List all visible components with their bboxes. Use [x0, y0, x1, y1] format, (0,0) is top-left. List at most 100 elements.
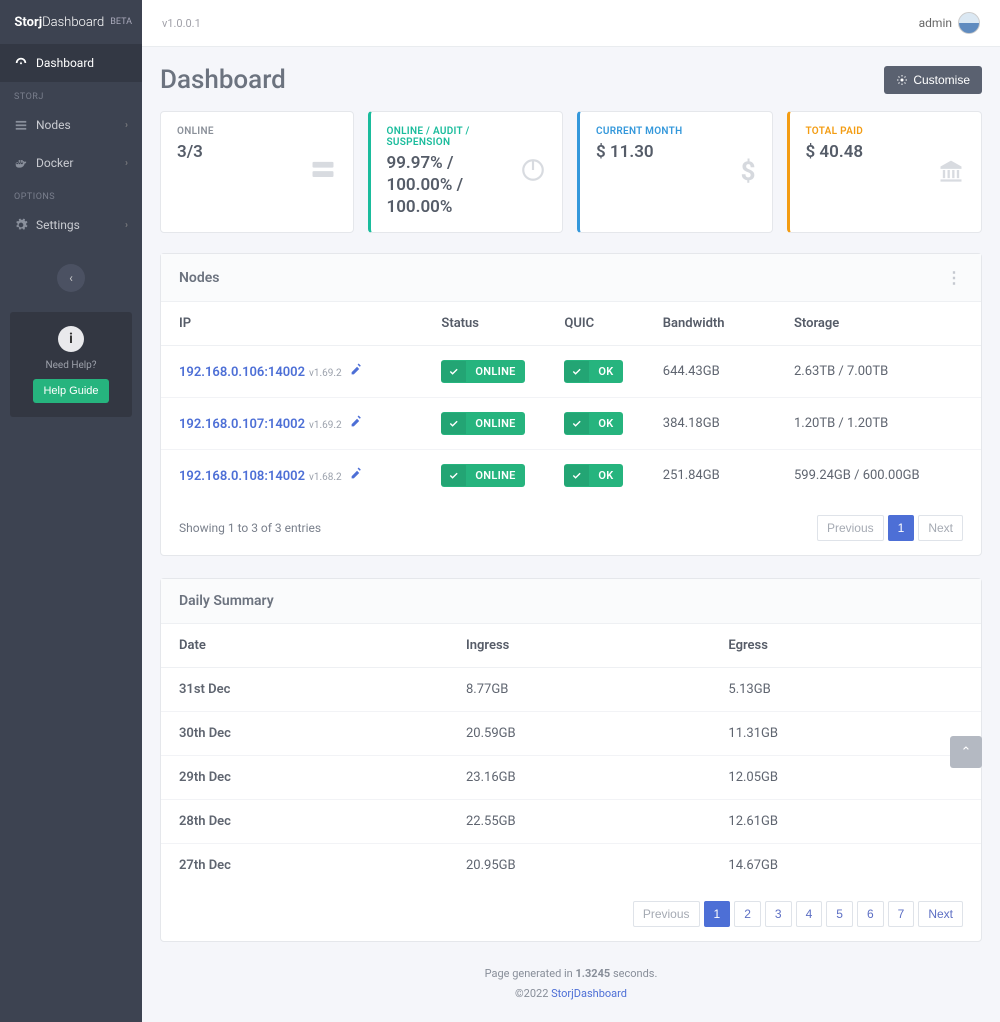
sidebar-item-nodes[interactable]: Nodes ›: [0, 106, 142, 144]
date-cell: 29th Dec: [161, 756, 448, 800]
edit-icon[interactable]: [350, 467, 363, 480]
brand-name-2: Dashboard: [42, 15, 104, 30]
panel-title: Daily Summary: [179, 593, 274, 609]
stat-value: 3/3: [177, 141, 214, 163]
nodes-table: IP Status QUIC Bandwidth Storage 192.168…: [161, 302, 981, 501]
sidebar-item-docker[interactable]: Docker ›: [0, 144, 142, 182]
bank-icon: [937, 156, 965, 188]
page-prev[interactable]: Previous: [817, 515, 884, 541]
user-menu[interactable]: admin: [919, 12, 980, 34]
egress-cell: 11.31GB: [710, 712, 981, 756]
page-title: Dashboard: [160, 65, 286, 95]
quic-badge: OK: [564, 464, 622, 487]
table-row: 30th Dec20.59GB11.31GB: [161, 712, 981, 756]
egress-cell: 12.05GB: [710, 756, 981, 800]
col-status: Status: [423, 302, 546, 346]
node-ip-link[interactable]: 192.168.0.106:14002: [179, 365, 305, 380]
egress-cell: 5.13GB: [710, 668, 981, 712]
col-egress: Egress: [710, 624, 981, 668]
status-badge: ONLINE: [441, 360, 524, 383]
node-ip-link[interactable]: 192.168.0.108:14002: [179, 469, 305, 484]
node-version: v1.69.2: [309, 368, 342, 379]
status-text: ONLINE: [466, 464, 524, 487]
storage-cell: 2.63TB / 7.00TB: [776, 346, 981, 398]
footer-link[interactable]: StorjDashboard: [551, 987, 627, 1000]
page-6[interactable]: 6: [857, 901, 884, 927]
customise-label: Customise: [913, 73, 970, 87]
table-row: 192.168.0.107:14002v1.69.2ONLINEOK384.18…: [161, 398, 981, 450]
check-icon: [564, 413, 589, 434]
sidebar-item-settings[interactable]: Settings ›: [0, 206, 142, 244]
page-5[interactable]: 5: [826, 901, 853, 927]
footer-seconds: 1.3245: [575, 967, 610, 980]
table-row: 31st Dec8.77GB5.13GB: [161, 668, 981, 712]
nodes-pagination: Previous 1 Next: [817, 515, 963, 541]
footer: Page generated in 1.3245 seconds. ©2022 …: [160, 964, 982, 1004]
help-label: Need Help?: [18, 360, 124, 371]
help-guide-button[interactable]: Help Guide: [33, 379, 108, 403]
dollar-icon: $: [741, 157, 756, 187]
quic-badge: OK: [564, 412, 622, 435]
avatar: [958, 12, 980, 34]
quic-text: OK: [589, 464, 622, 487]
chevron-right-icon: ›: [125, 120, 128, 131]
page-1[interactable]: 1: [888, 515, 915, 541]
col-bandwidth: Bandwidth: [645, 302, 776, 346]
status-badge: ONLINE: [441, 464, 524, 487]
bandwidth-cell: 644.43GB: [645, 346, 776, 398]
node-ip-link[interactable]: 192.168.0.107:14002: [179, 417, 305, 432]
bandwidth-cell: 384.18GB: [645, 398, 776, 450]
sidebar-collapse-button[interactable]: ‹: [57, 264, 85, 292]
table-row: 29th Dec23.16GB12.05GB: [161, 756, 981, 800]
page-7[interactable]: 7: [888, 901, 915, 927]
page-3[interactable]: 3: [765, 901, 792, 927]
stat-value: 99.97% / 100.00% / 100.00%: [387, 152, 521, 218]
table-row: 192.168.0.106:14002 v1.69.2 ONLINE OK 644.43…: [161, 346, 981, 398]
page-next[interactable]: Next: [918, 515, 963, 541]
ingress-cell: 22.55GB: [448, 800, 710, 844]
table-showing-text: Showing 1 to 3 of 3 entries: [179, 521, 321, 535]
check-icon: [441, 413, 466, 434]
page-2[interactable]: 2: [734, 901, 761, 927]
egress-cell: 14.67GB: [710, 844, 981, 888]
col-quic: QUIC: [546, 302, 644, 346]
page-prev[interactable]: Previous: [633, 901, 700, 927]
daily-table: Date Ingress Egress 31st Dec8.77GB5.13GB…: [161, 624, 981, 887]
edit-icon[interactable]: [350, 415, 363, 428]
scroll-top-button[interactable]: ⌃: [950, 736, 982, 768]
page-4[interactable]: 4: [796, 901, 823, 927]
page-1[interactable]: 1: [704, 901, 731, 927]
stat-online: ONLINE 3/3: [160, 111, 354, 233]
gear-icon: [896, 74, 908, 86]
footer-gen-a: Page generated in: [485, 967, 576, 980]
footer-copyright: ©2022: [515, 987, 551, 1000]
stat-total-paid: TOTAL PAID $ 40.48: [787, 111, 983, 233]
quic-badge: OK: [564, 360, 622, 383]
customise-button[interactable]: Customise: [884, 66, 982, 94]
sidebar-item-label: Docker: [36, 156, 73, 170]
sidebar-item-label: Dashboard: [36, 56, 94, 70]
status-badge: ONLINE: [441, 412, 524, 435]
brand-logo[interactable]: StorjDashboard BETA: [0, 0, 142, 44]
edit-icon[interactable]: [350, 363, 363, 376]
stat-value: $ 11.30: [596, 141, 682, 163]
col-ingress: Ingress: [448, 624, 710, 668]
status-text: ONLINE: [466, 360, 524, 383]
check-icon: [564, 361, 589, 382]
panel-menu-button[interactable]: ⋮: [946, 268, 963, 287]
storage-cell: 1.20TB / 1.20TB: [776, 398, 981, 450]
date-cell: 27th Dec: [161, 844, 448, 888]
chevron-left-icon: ‹: [69, 271, 73, 285]
gauge-icon: [14, 56, 28, 70]
gear-icon: [14, 218, 28, 232]
sidebar-item-label: Nodes: [36, 118, 71, 132]
quic-text: OK: [589, 412, 622, 435]
page-next[interactable]: Next: [918, 901, 963, 927]
sidebar-item-dashboard[interactable]: Dashboard: [0, 44, 142, 82]
stat-label: TOTAL PAID: [806, 126, 864, 137]
app-version: v1.0.0.1: [162, 17, 201, 30]
sidebar-section-options: OPTIONS: [0, 182, 142, 206]
check-icon: [441, 361, 466, 382]
stat-audit: ONLINE / AUDIT / SUSPENSION 99.97% / 100…: [368, 111, 564, 233]
chevron-right-icon: ›: [125, 158, 128, 169]
